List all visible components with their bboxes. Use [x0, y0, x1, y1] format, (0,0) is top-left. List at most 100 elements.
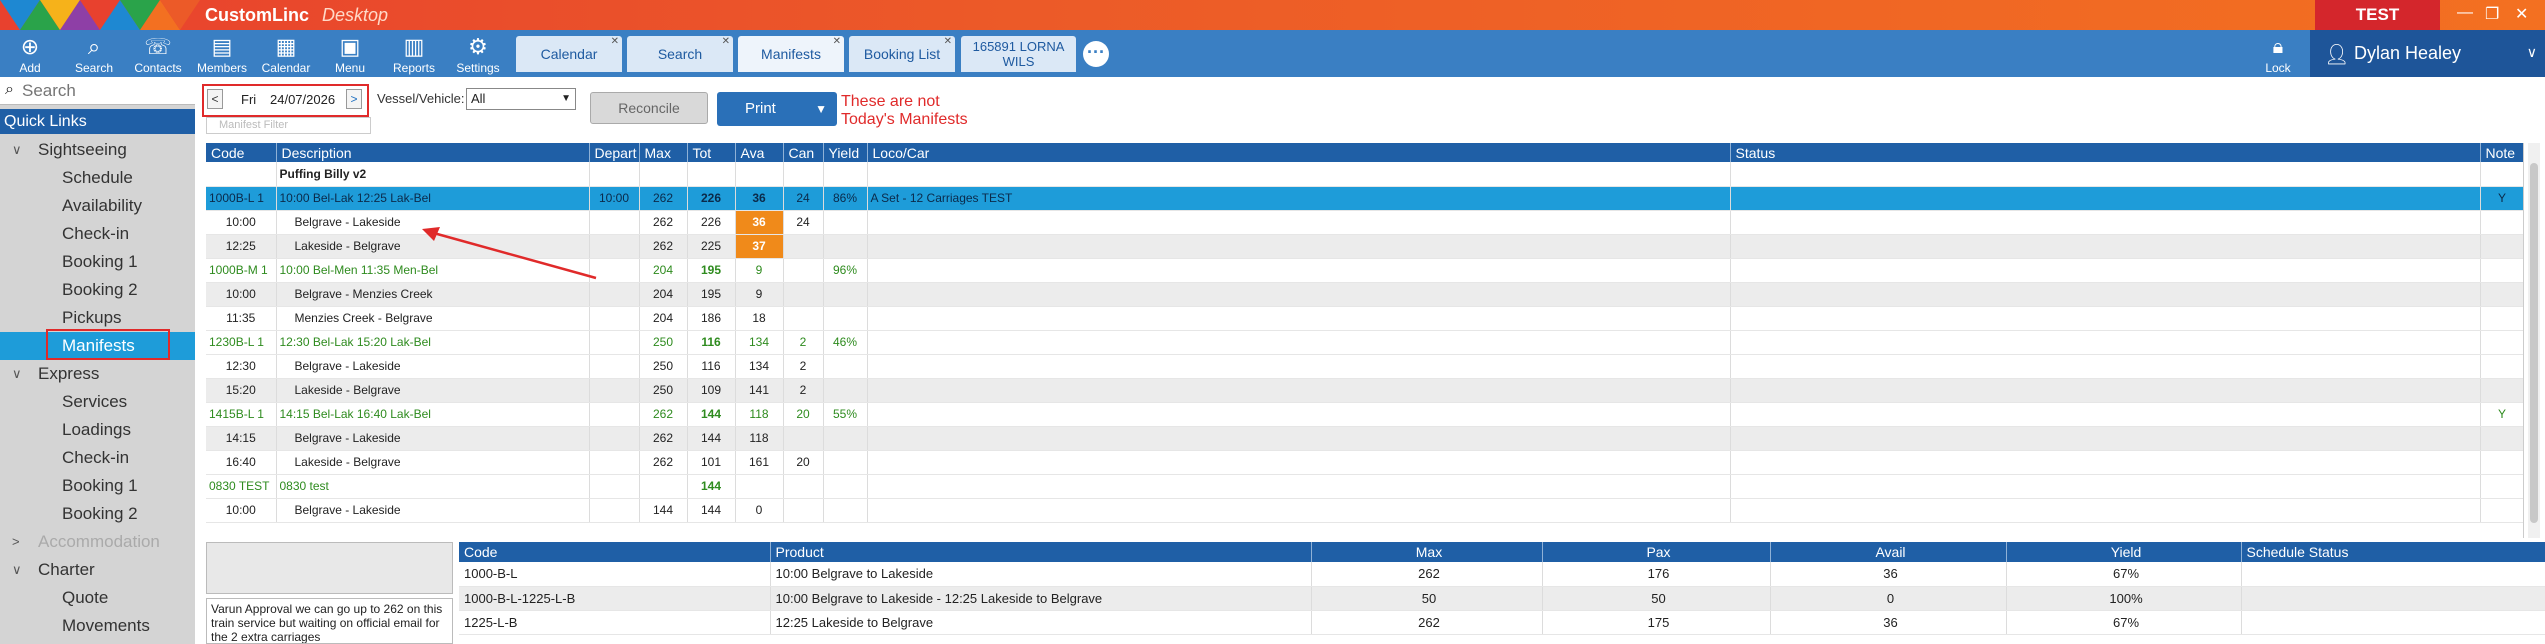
contacts-button[interactable]: ☏ Contacts	[128, 33, 188, 75]
tab-search[interactable]: Search ✕	[627, 36, 733, 72]
column-header[interactable]: Yield	[823, 143, 868, 162]
table-row[interactable]: 1000B-L 1 10:00 Bel-Lak 12:25 Lak-Bel 10:0…	[206, 186, 2523, 211]
table-cell: 100%	[2006, 586, 2242, 611]
chevron-down-icon[interactable]: ▼	[815, 92, 827, 126]
close-tab-icon[interactable]: ✕	[722, 24, 730, 60]
sidebar-item-check-in[interactable]: Check-in	[0, 220, 195, 248]
table-cell: Y	[2480, 402, 2523, 427]
table-cell: 134	[735, 354, 784, 379]
sidebar-item-quote[interactable]: Quote	[0, 584, 195, 612]
table-cell	[867, 450, 1731, 475]
grid-scrollbar[interactable]	[2528, 143, 2540, 538]
column-header[interactable]: Loco/Car	[867, 143, 1731, 162]
table-row[interactable]: 10:00 Belgrave - Menzies Creek 204 195 9	[206, 282, 2523, 307]
sidebar-item-pickups[interactable]: Pickups	[0, 304, 195, 332]
column-header[interactable]: Status	[1730, 143, 2481, 162]
sidebar-item-sightseeing[interactable]: ∨ Sightseeing	[0, 136, 195, 164]
table-cell: 9	[735, 282, 784, 307]
table-cell	[823, 450, 868, 475]
sidebar-item-booking-1[interactable]: Booking 1	[0, 248, 195, 276]
members-button[interactable]: ▤ Members	[192, 33, 252, 75]
column-header[interactable]: Yield	[2006, 542, 2242, 562]
column-header[interactable]: Depart	[589, 143, 640, 162]
table-row[interactable]: 16:40 Lakeside - Belgrave 262 101 161 20	[206, 450, 2523, 475]
column-header[interactable]: Pax	[1542, 542, 1771, 562]
table-row[interactable]: 1230B-L 1 12:30 Bel-Lak 15:20 Lak-Bel 250 1…	[206, 330, 2523, 355]
reconcile-button[interactable]: Reconcile	[590, 92, 708, 124]
menu-button[interactable]: ▣ Menu	[320, 33, 380, 75]
tab-manifests[interactable]: Manifests ✕	[738, 36, 844, 72]
column-header[interactable]: Max	[639, 143, 688, 162]
column-header[interactable]: Tot	[687, 143, 736, 162]
column-header[interactable]: Schedule Status	[2241, 542, 2545, 562]
print-button[interactable]: Print ▼	[717, 92, 837, 126]
sidebar-item-booking-2[interactable]: Booking 2	[0, 500, 195, 528]
sidebar-item-label: Check-in	[62, 448, 130, 467]
minimize-icon[interactable]: —	[2457, 4, 2473, 22]
sidebar-item-schedule[interactable]: Schedule	[0, 164, 195, 192]
table-cell: 46%	[823, 330, 868, 355]
lock-button[interactable]: 🔒︎ Lock	[2258, 33, 2298, 75]
search-button[interactable]: ⌕ Search	[64, 33, 124, 75]
tab-calendar[interactable]: Calendar ✕	[516, 36, 622, 72]
table-row[interactable]: 15:20 Lakeside - Belgrave 250 109 141 2	[206, 378, 2523, 403]
column-header[interactable]: Description	[276, 143, 590, 162]
table-cell	[783, 498, 824, 523]
sidebar-item-movements[interactable]: Movements	[0, 612, 195, 640]
table-cell: Belgrave - Lakeside	[276, 426, 590, 451]
tab-booking-list[interactable]: Booking List ✕	[849, 36, 955, 72]
sidebar-item-booking-2[interactable]: Booking 2	[0, 276, 195, 304]
sidebar-item-accommodation[interactable]: > Accommodation	[0, 528, 195, 556]
close-tab-icon[interactable]: ✕	[611, 24, 619, 60]
settings-button[interactable]: ⚙ Settings	[448, 33, 508, 75]
table-row[interactable]: 12:30 Belgrave - Lakeside 250 116 134 2	[206, 354, 2523, 379]
gear-icon: ⚙	[468, 34, 488, 59]
user-menu[interactable]: 👤︎ Dylan Healey ∨	[2310, 30, 2545, 77]
table-cell	[589, 354, 640, 379]
column-header[interactable]: Ava	[735, 143, 784, 162]
close-tab-icon[interactable]: ✕	[944, 24, 952, 60]
table-row[interactable]: 0830 TEST 0830 test 144	[206, 474, 2523, 499]
close-tab-icon[interactable]: ✕	[833, 24, 841, 60]
sidebar-item-check-in[interactable]: Check-in	[0, 444, 195, 472]
table-row[interactable]: 11:35 Menzies Creek - Belgrave 204 186 18	[206, 306, 2523, 331]
column-header[interactable]: Code	[459, 542, 771, 562]
table-row[interactable]: 1415B-L 1 14:15 Bel-Lak 16:40 Lak-Bel 262 1…	[206, 402, 2523, 427]
table-row[interactable]: 1225-L-B 12:25 Lakeside to Belgrave 262 175…	[459, 610, 2545, 635]
table-row[interactable]: 14:15 Belgrave - Lakeside 262 144 118	[206, 426, 2523, 451]
manifest-filter-input[interactable]: Manifest Filter	[206, 117, 371, 134]
add-button[interactable]: ⊕ Add	[0, 33, 60, 75]
calendar-button[interactable]: ▦ Calendar	[256, 33, 316, 75]
column-header[interactable]: Product	[770, 542, 1312, 562]
sidebar-item-label: Check-in	[62, 224, 130, 243]
column-header[interactable]: Avail	[1770, 542, 2007, 562]
column-header[interactable]: Max	[1311, 542, 1543, 562]
close-icon[interactable]: ✕	[2515, 4, 2528, 24]
table-row[interactable]: 1000-B-L 10:00 Belgrave to Lakeside 262 176…	[459, 562, 2545, 587]
table-cell: A Set - 12 Carriages TEST	[867, 186, 1731, 211]
vessel-select[interactable]: All ▼	[466, 88, 576, 110]
table-row[interactable]: 1000-B-L-1225-L-B 10:00 Belgrave to Lakes…	[459, 586, 2545, 611]
column-header[interactable]: Can	[783, 143, 824, 162]
tab-booking-165891[interactable]: 165891 LORNA WILS	[961, 36, 1076, 72]
sidebar-search-input[interactable]	[22, 80, 187, 102]
column-header[interactable]: Code	[206, 143, 277, 162]
sidebar-item-booking-1[interactable]: Booking 1	[0, 472, 195, 500]
table-cell	[2480, 282, 2523, 307]
sidebar-item-loadings[interactable]: Loadings	[0, 416, 195, 444]
restore-icon[interactable]: ❐	[2485, 4, 2499, 24]
table-row[interactable]: Puffing Billy v2	[206, 162, 2523, 187]
table-cell	[823, 306, 868, 331]
sidebar-item-express[interactable]: ∨ Express	[0, 360, 195, 388]
scrollbar-thumb[interactable]	[2530, 163, 2538, 523]
more-tabs-button[interactable]: ···	[1083, 41, 1109, 67]
table-cell	[1730, 498, 2481, 523]
table-cell: 11:35	[206, 306, 277, 331]
table-cell: 0	[1770, 586, 2007, 611]
table-row[interactable]: 10:00 Belgrave - Lakeside 144 144 0	[206, 498, 2523, 523]
sidebar-item-availability[interactable]: Availability	[0, 192, 195, 220]
column-header[interactable]: Note	[2480, 143, 2523, 162]
reports-button[interactable]: ▥ Reports	[384, 33, 444, 75]
sidebar-item-services[interactable]: Services	[0, 388, 195, 416]
sidebar-item-charter[interactable]: ∨ Charter	[0, 556, 195, 584]
